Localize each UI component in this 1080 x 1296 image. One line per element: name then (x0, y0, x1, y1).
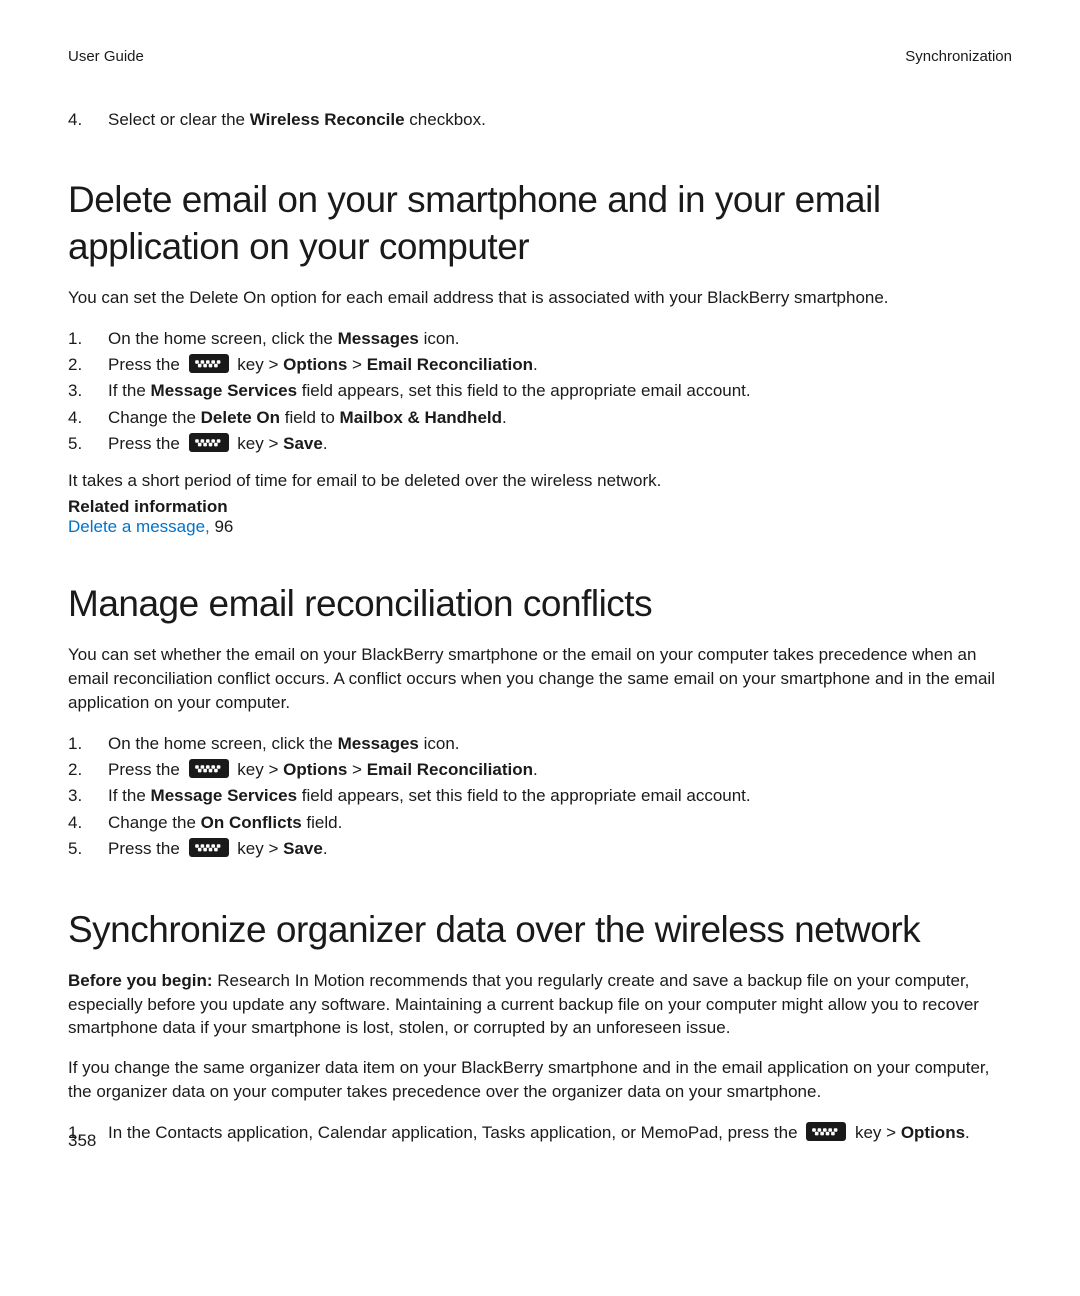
step-number: 5. (68, 431, 108, 457)
sec3-p2: If you change the same organizer data it… (68, 1056, 1012, 1104)
blackberry-key-icon (189, 354, 229, 373)
step-text: Change the Delete On field to Mailbox & … (108, 405, 1012, 431)
list-item: 3. If the Message Services field appears… (68, 378, 1012, 404)
step-text: In the Contacts application, Calendar ap… (108, 1120, 1012, 1146)
step-text: Select or clear the Wireless Reconcile c… (108, 107, 1012, 133)
list-item: 1. On the home screen, click the Message… (68, 731, 1012, 757)
list-item: 2. Press the key > Options > Email Recon… (68, 352, 1012, 378)
step-text: On the home screen, click the Messages i… (108, 731, 1012, 757)
related-info-heading: Related information (68, 497, 1012, 517)
step-number: 3. (68, 783, 108, 809)
list-item: 5. Press the key > Save. (68, 431, 1012, 457)
step-text: On the home screen, click the Messages i… (108, 326, 1012, 352)
section-heading-conflicts: Manage email reconciliation conflicts (68, 581, 1012, 627)
blackberry-key-icon (189, 838, 229, 857)
section-intro: You can set whether the email on your Bl… (68, 643, 1012, 714)
step-text: Press the key > Save. (108, 431, 1012, 457)
step-number: 3. (68, 378, 108, 404)
related-info-line: Delete a message, 96 (68, 517, 1012, 537)
step-number: 4. (68, 107, 108, 133)
list-item: 3. If the Message Services field appears… (68, 783, 1012, 809)
list-item: 4. Change the On Conflicts field. (68, 810, 1012, 836)
sec2-steps: 1. On the home screen, click the Message… (68, 731, 1012, 863)
step-number: 4. (68, 405, 108, 431)
step-number: 1. (68, 326, 108, 352)
step-text: Press the key > Save. (108, 836, 1012, 862)
step-text: If the Message Services field appears, s… (108, 783, 1012, 809)
sec1-steps: 1. On the home screen, click the Message… (68, 326, 1012, 458)
blackberry-key-icon (806, 1122, 846, 1141)
section-heading-delete-email: Delete email on your smartphone and in y… (68, 177, 1012, 270)
header-left: User Guide (68, 48, 144, 65)
step-text: Press the key > Options > Email Reconcil… (108, 352, 1012, 378)
step-number: 5. (68, 836, 108, 862)
list-item: 1. In the Contacts application, Calendar… (68, 1120, 1012, 1146)
sec1-note: It takes a short period of time for emai… (68, 469, 1012, 493)
page-number: 358 (68, 1131, 96, 1151)
list-item: 4. Change the Delete On field to Mailbox… (68, 405, 1012, 431)
step-text: Change the On Conflicts field. (108, 810, 1012, 836)
list-item: 1. On the home screen, click the Message… (68, 326, 1012, 352)
related-link-delete-message[interactable]: Delete a message, (68, 517, 210, 536)
list-item: 4. Select or clear the Wireless Reconcil… (68, 107, 1012, 133)
blackberry-key-icon (189, 759, 229, 778)
sec3-steps: 1. In the Contacts application, Calendar… (68, 1120, 1012, 1146)
header-right: Synchronization (905, 48, 1012, 65)
step-text: Press the key > Options > Email Reconcil… (108, 757, 1012, 783)
page-content: User Guide Synchronization 4. Select or … (0, 0, 1080, 1146)
step-number: 2. (68, 352, 108, 378)
intro-step-list: 4. Select or clear the Wireless Reconcil… (68, 107, 1012, 133)
step-number: 1. (68, 731, 108, 757)
blackberry-key-icon (189, 433, 229, 452)
sec3-p1: Before you begin: Research In Motion rec… (68, 969, 1012, 1040)
list-item: 2. Press the key > Options > Email Recon… (68, 757, 1012, 783)
step-number: 2. (68, 757, 108, 783)
running-header: User Guide Synchronization (68, 48, 1012, 65)
section-intro: You can set the Delete On option for eac… (68, 286, 1012, 310)
step-number: 4. (68, 810, 108, 836)
section-heading-sync-organizer: Synchronize organizer data over the wire… (68, 907, 1012, 953)
step-text: If the Message Services field appears, s… (108, 378, 1012, 404)
list-item: 5. Press the key > Save. (68, 836, 1012, 862)
